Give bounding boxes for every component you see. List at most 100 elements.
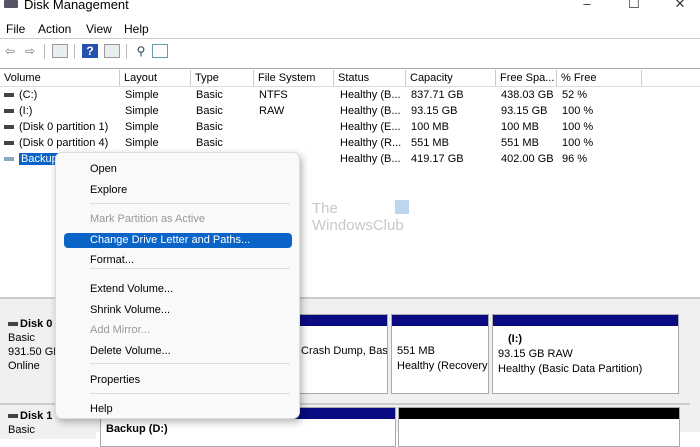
window-title: Disk Management bbox=[24, 0, 129, 12]
column-header-percent-free[interactable]: % Free bbox=[557, 70, 642, 87]
menu-item-properties[interactable]: Properties bbox=[64, 373, 292, 388]
menu-item-change-drive-letter-and-paths[interactable]: Change Drive Letter and Paths... bbox=[64, 233, 292, 248]
menu-separator bbox=[90, 268, 290, 269]
menu-item-extend-volume[interactable]: Extend Volume... bbox=[64, 282, 292, 297]
disk-name: Disk 1 bbox=[20, 410, 53, 422]
volume-cell: (I:) bbox=[4, 104, 120, 119]
percent-free-cell: 100 % bbox=[562, 120, 642, 135]
table-row[interactable]: (C:) Simple Basic NTFS Healthy (B... 837.71 G… bbox=[0, 88, 700, 104]
menu-item-open[interactable]: Open bbox=[64, 162, 292, 177]
column-header-volume[interactable]: Volume bbox=[0, 70, 120, 87]
partition-status: Crash Dump, Bas bbox=[301, 345, 387, 357]
menu-item-format[interactable]: Format... bbox=[64, 253, 292, 268]
connect-icon[interactable]: ⚲ bbox=[133, 44, 149, 58]
context-menu: Open Explore Mark Partition as Active Chang… bbox=[55, 152, 300, 419]
maximize-button[interactable]: ☐ bbox=[619, 0, 649, 14]
column-header-status[interactable]: Status bbox=[334, 70, 406, 87]
column-header-free-space[interactable]: Free Spa... bbox=[496, 70, 557, 87]
menu-item-delete-volume[interactable]: Delete Volume... bbox=[64, 344, 292, 359]
cell-text: 100 MB bbox=[411, 121, 449, 133]
disk-1-unallocated[interactable] bbox=[398, 407, 680, 447]
volume-icon bbox=[4, 93, 14, 98]
cell-text: Healthy (E... bbox=[340, 121, 401, 133]
cell-text: 551 MB bbox=[411, 137, 449, 149]
menu-view[interactable]: View bbox=[86, 22, 112, 36]
column-header-file-system[interactable]: File System bbox=[254, 70, 334, 87]
cell-text: 96 % bbox=[562, 153, 588, 165]
cell-text: 100 MB bbox=[501, 121, 539, 133]
layout-cell: Simple bbox=[125, 88, 191, 103]
menu-item-help[interactable]: Help bbox=[64, 402, 292, 417]
layout-cell: Simple bbox=[125, 120, 191, 135]
free-space-cell: 551 MB bbox=[501, 136, 557, 151]
toolbar: ⇦ ⇨ ? ⚲ bbox=[0, 40, 700, 64]
cell-text: Basic bbox=[196, 137, 223, 149]
show-hide-console-tree-icon[interactable] bbox=[52, 44, 68, 58]
disk-management-app-icon bbox=[4, 0, 18, 8]
cell-text: Basic bbox=[196, 121, 223, 133]
cell-text: Simple bbox=[125, 137, 159, 149]
partition-bar bbox=[392, 315, 488, 326]
toolbar-separator bbox=[126, 44, 127, 59]
menu-file[interactable]: File bbox=[6, 22, 25, 36]
title-bar: Disk Management – ☐ ✕ bbox=[0, 0, 700, 20]
free-space-cell: 402.00 GB bbox=[501, 152, 557, 167]
cell-text: NTFS bbox=[259, 89, 288, 101]
cell-text: RAW bbox=[259, 105, 285, 117]
layout-cell: Simple bbox=[125, 136, 191, 151]
status-cell: Healthy (E... bbox=[340, 120, 410, 135]
table-row[interactable]: (Disk 0 partition 4) Simple Basic Healthy (… bbox=[0, 136, 700, 152]
status-cell: Healthy (B... bbox=[340, 104, 410, 119]
column-header-layout[interactable]: Layout bbox=[120, 70, 191, 87]
percent-free-cell: 100 % bbox=[562, 136, 642, 151]
free-space-cell: 438.03 GB bbox=[501, 88, 557, 103]
column-header-type[interactable]: Type bbox=[191, 70, 254, 87]
minimize-button[interactable]: – bbox=[572, 0, 602, 14]
menu-bar: File Action View Help bbox=[0, 20, 700, 39]
cell-text: Healthy (R... bbox=[340, 137, 402, 149]
menu-action[interactable]: Action bbox=[38, 22, 71, 36]
forward-icon[interactable]: ⇨ bbox=[22, 44, 38, 58]
cell-text: Healthy (B... bbox=[340, 153, 401, 165]
menu-item-explore[interactable]: Explore bbox=[64, 183, 292, 198]
watermark-line1: The bbox=[312, 200, 338, 217]
cell-text: 100 % bbox=[562, 121, 594, 133]
menu-help[interactable]: Help bbox=[124, 22, 149, 36]
partition-status: Healthy (Recovery bbox=[397, 360, 488, 372]
column-header-capacity[interactable]: Capacity bbox=[406, 70, 496, 87]
free-space-cell: 100 MB bbox=[501, 120, 557, 135]
percent-free-cell: 100 % bbox=[562, 104, 642, 119]
cell-text: 100 % bbox=[562, 105, 594, 117]
back-icon[interactable]: ⇦ bbox=[2, 44, 18, 58]
show-hide-action-pane-icon[interactable] bbox=[104, 44, 120, 58]
properties-icon[interactable] bbox=[152, 44, 168, 58]
close-button[interactable]: ✕ bbox=[665, 0, 695, 14]
watermark-line2: WindowsClub bbox=[312, 217, 404, 234]
disk-0-recovery-partition[interactable]: 551 MB Healthy (Recovery bbox=[391, 314, 489, 394]
cell-text: 419.17 GB bbox=[411, 153, 464, 165]
partition-size: 551 MB bbox=[397, 345, 435, 357]
status-cell: Healthy (B... bbox=[340, 88, 410, 103]
table-row[interactable]: (I:) Simple Basic RAW Healthy (B... 93.15 GB 9… bbox=[0, 104, 700, 120]
cell-text: 402.00 GB bbox=[501, 153, 554, 165]
table-row[interactable]: (Disk 0 partition 1) Simple Basic Healthy (… bbox=[0, 120, 700, 136]
cell-text: 551 MB bbox=[501, 137, 539, 149]
percent-free-cell: 52 % bbox=[562, 88, 642, 103]
capacity-cell: 419.17 GB bbox=[411, 152, 496, 167]
percent-free-cell: 96 % bbox=[562, 152, 642, 167]
cell-text: 93.15 GB bbox=[501, 105, 548, 117]
help-icon[interactable]: ? bbox=[82, 44, 98, 58]
file-system-cell bbox=[259, 136, 334, 151]
cell-text: Healthy (B... bbox=[340, 105, 401, 117]
menu-item-mark-partition-as-active: Mark Partition as Active bbox=[90, 213, 205, 225]
status-cell: Healthy (R... bbox=[340, 136, 410, 151]
cell-text: Basic bbox=[196, 105, 223, 117]
capacity-cell: 551 MB bbox=[411, 136, 496, 151]
disk-0-i-partition[interactable]: (I:) 93.15 GB RAW Healthy (Basic Data Pa… bbox=[492, 314, 679, 394]
partition-status: Healthy (Basic Data Partition) bbox=[498, 363, 643, 375]
disk-type: Basic bbox=[8, 424, 35, 436]
capacity-cell: 837.71 GB bbox=[411, 88, 496, 103]
disk-icon bbox=[8, 322, 18, 327]
type-cell: Basic bbox=[196, 88, 254, 103]
menu-item-shrink-volume[interactable]: Shrink Volume... bbox=[64, 303, 292, 318]
